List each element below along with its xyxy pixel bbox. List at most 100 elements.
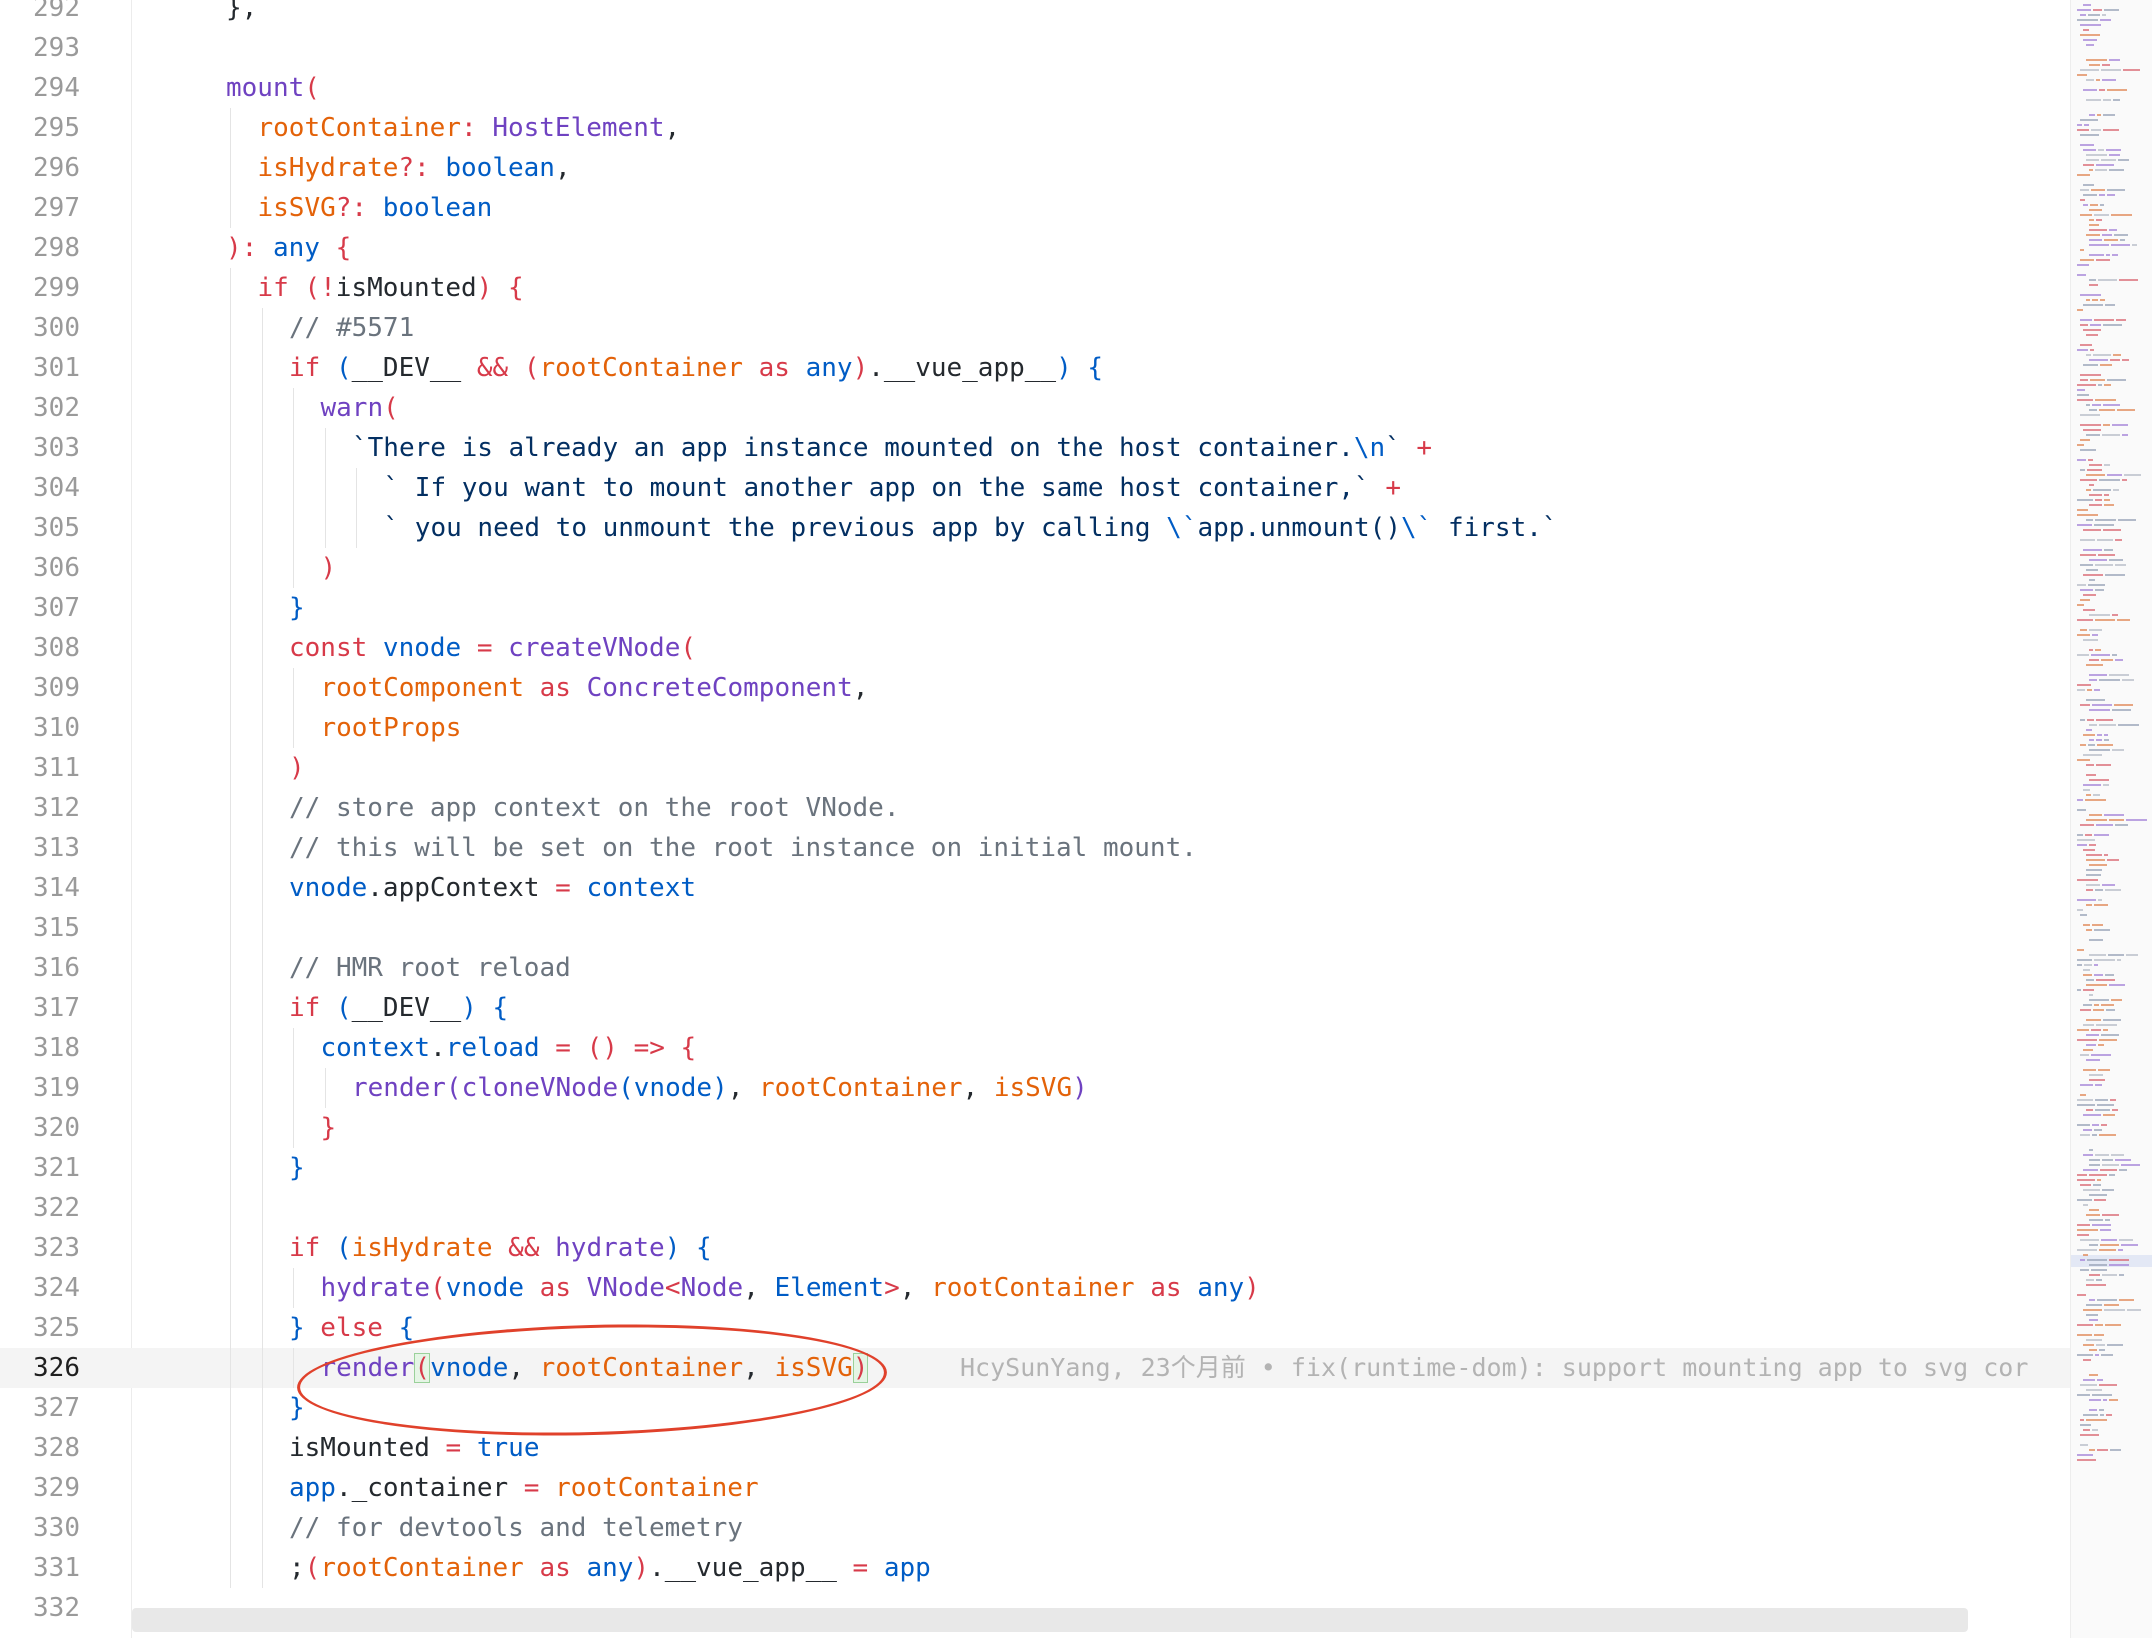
line-number[interactable]: 332 bbox=[0, 1588, 80, 1628]
line-number[interactable]: 305 bbox=[0, 508, 80, 548]
code-token: ) { bbox=[1056, 353, 1104, 383]
line-number[interactable]: 327 bbox=[0, 1388, 80, 1428]
line-number[interactable]: 313 bbox=[0, 828, 80, 868]
code-line[interactable]: 309 rootComponent as ConcreteComponent, bbox=[0, 668, 2070, 708]
code-line[interactable]: 292}, bbox=[0, 0, 2070, 28]
line-number[interactable]: 319 bbox=[0, 1068, 80, 1108]
line-number[interactable]: 310 bbox=[0, 708, 80, 748]
line-number[interactable]: 297 bbox=[0, 188, 80, 228]
line-number[interactable]: 330 bbox=[0, 1508, 80, 1548]
line-number[interactable]: 294 bbox=[0, 68, 80, 108]
code-token: ! bbox=[320, 273, 336, 303]
line-number[interactable]: 308 bbox=[0, 628, 80, 668]
code-line[interactable]: 295 rootContainer: HostElement, bbox=[0, 108, 2070, 148]
code-line[interactable]: 331 ;(rootContainer as any).__vue_app__ =… bbox=[0, 1548, 2070, 1588]
line-number[interactable]: 325 bbox=[0, 1308, 80, 1348]
line-number[interactable]: 323 bbox=[0, 1228, 80, 1268]
code-token: else bbox=[304, 1313, 399, 1343]
code-line[interactable]: 296 isHydrate?: boolean, bbox=[0, 148, 2070, 188]
line-number[interactable]: 300 bbox=[0, 308, 80, 348]
line-number[interactable]: 324 bbox=[0, 1268, 80, 1308]
line-number[interactable]: 293 bbox=[0, 28, 80, 68]
code-line[interactable]: 305 ` you need to unmount the previous ap… bbox=[0, 508, 2070, 548]
code-line[interactable]: 303 `There is already an app instance mou… bbox=[0, 428, 2070, 468]
code-line[interactable]: 307} bbox=[0, 588, 2070, 628]
code-line[interactable]: 304 ` If you want to mount another app on… bbox=[0, 468, 2070, 508]
line-number[interactable]: 317 bbox=[0, 988, 80, 1028]
code-line[interactable]: 299 if (!isMounted) { bbox=[0, 268, 2070, 308]
line-number[interactable]: 311 bbox=[0, 748, 80, 788]
code-line[interactable]: 318 context.reload = () => { bbox=[0, 1028, 2070, 1068]
code-line[interactable]: 314 vnode.appContext = context bbox=[0, 868, 2070, 908]
code-line[interactable]: 323 if (isHydrate && hydrate) { bbox=[0, 1228, 2070, 1268]
code-line[interactable]: 306) bbox=[0, 548, 2070, 588]
line-number[interactable]: 316 bbox=[0, 948, 80, 988]
line-number[interactable]: 326 bbox=[0, 1348, 80, 1388]
code-line[interactable]: 297 isSVG?: boolean bbox=[0, 188, 2070, 228]
minimap-line bbox=[2086, 794, 2091, 796]
code-line[interactable]: 320} bbox=[0, 1108, 2070, 1148]
code-line[interactable]: 293 bbox=[0, 28, 2070, 68]
minimap-line bbox=[2080, 69, 2099, 71]
line-number[interactable]: 296 bbox=[0, 148, 80, 188]
minimap-line bbox=[2089, 614, 2110, 616]
line-number[interactable]: 303 bbox=[0, 428, 80, 468]
line-number[interactable]: 321 bbox=[0, 1148, 80, 1188]
code-line[interactable]: 322 bbox=[0, 1188, 2070, 1228]
code-line[interactable]: 308 const vnode = createVNode( bbox=[0, 628, 2070, 668]
code-line[interactable]: 328 isMounted = true bbox=[0, 1428, 2070, 1468]
code-line[interactable]: 294 mount( bbox=[0, 68, 2070, 108]
minimap-line bbox=[2096, 739, 2102, 741]
code-line[interactable]: 319 render(cloneVNode(vnode), rootContain… bbox=[0, 1068, 2070, 1108]
code-editor[interactable]: 292}, 293 294 mount(295 rootContainer: HostE… bbox=[0, 0, 2070, 1638]
minimap-line bbox=[2080, 199, 2085, 201]
code-line[interactable]: 316 // HMR root reload bbox=[0, 948, 2070, 988]
minimap[interactable] bbox=[2070, 0, 2152, 1638]
minimap-line bbox=[2083, 1359, 2091, 1361]
code-line[interactable]: 317 if (__DEV__) { bbox=[0, 988, 2070, 1028]
line-number[interactable]: 306 bbox=[0, 548, 80, 588]
code-line[interactable]: 321} bbox=[0, 1148, 2070, 1188]
line-number[interactable]: 304 bbox=[0, 468, 80, 508]
code-line[interactable]: 310 rootProps bbox=[0, 708, 2070, 748]
line-number[interactable]: 298 bbox=[0, 228, 80, 268]
code-line[interactable]: 324 hydrate(vnode as VNode<Node, Element>… bbox=[0, 1268, 2070, 1308]
code-token: .__vue_app__ bbox=[868, 353, 1057, 383]
line-number[interactable]: 318 bbox=[0, 1028, 80, 1068]
line-number[interactable]: 314 bbox=[0, 868, 80, 908]
line-number[interactable]: 307 bbox=[0, 588, 80, 628]
line-number[interactable]: 320 bbox=[0, 1108, 80, 1148]
line-number[interactable]: 295 bbox=[0, 108, 80, 148]
code-line[interactable]: 301 if (__DEV__ && (rootContainer as any)… bbox=[0, 348, 2070, 388]
line-number[interactable]: 292 bbox=[0, 0, 80, 28]
line-number[interactable]: 328 bbox=[0, 1428, 80, 1468]
code-line[interactable]: 312 // store app context on the root VNod… bbox=[0, 788, 2070, 828]
code-text: // store app context on the root VNode. bbox=[289, 788, 899, 828]
code-line[interactable]: 302 warn( bbox=[0, 388, 2070, 428]
line-number[interactable]: 315 bbox=[0, 908, 80, 948]
minimap-line bbox=[2104, 814, 2124, 816]
code-line[interactable]: 311) bbox=[0, 748, 2070, 788]
line-number[interactable]: 331 bbox=[0, 1548, 80, 1588]
line-number[interactable]: 301 bbox=[0, 348, 80, 388]
minimap-line bbox=[2099, 1134, 2116, 1136]
code-token: ( bbox=[618, 1073, 634, 1103]
horizontal-scrollbar[interactable] bbox=[132, 1608, 1968, 1632]
code-line[interactable]: 325} else { bbox=[0, 1308, 2070, 1348]
code-token: ): bbox=[226, 233, 273, 263]
code-line[interactable]: 313 // this will be set on the root insta… bbox=[0, 828, 2070, 868]
code-token: ConcreteComponent bbox=[586, 673, 853, 703]
line-number[interactable]: 302 bbox=[0, 388, 80, 428]
code-line[interactable]: 315 bbox=[0, 908, 2070, 948]
code-token: , bbox=[962, 1073, 994, 1103]
line-number[interactable]: 309 bbox=[0, 668, 80, 708]
minimap-line bbox=[2077, 684, 2091, 686]
code-line[interactable]: 330 // for devtools and telemetry bbox=[0, 1508, 2070, 1548]
code-line[interactable]: 329 app._container = rootContainer bbox=[0, 1468, 2070, 1508]
line-number[interactable]: 329 bbox=[0, 1468, 80, 1508]
line-number[interactable]: 299 bbox=[0, 268, 80, 308]
line-number[interactable]: 322 bbox=[0, 1188, 80, 1228]
code-line[interactable]: 298): any { bbox=[0, 228, 2070, 268]
line-number[interactable]: 312 bbox=[0, 788, 80, 828]
code-line[interactable]: 300 // #5571 bbox=[0, 308, 2070, 348]
